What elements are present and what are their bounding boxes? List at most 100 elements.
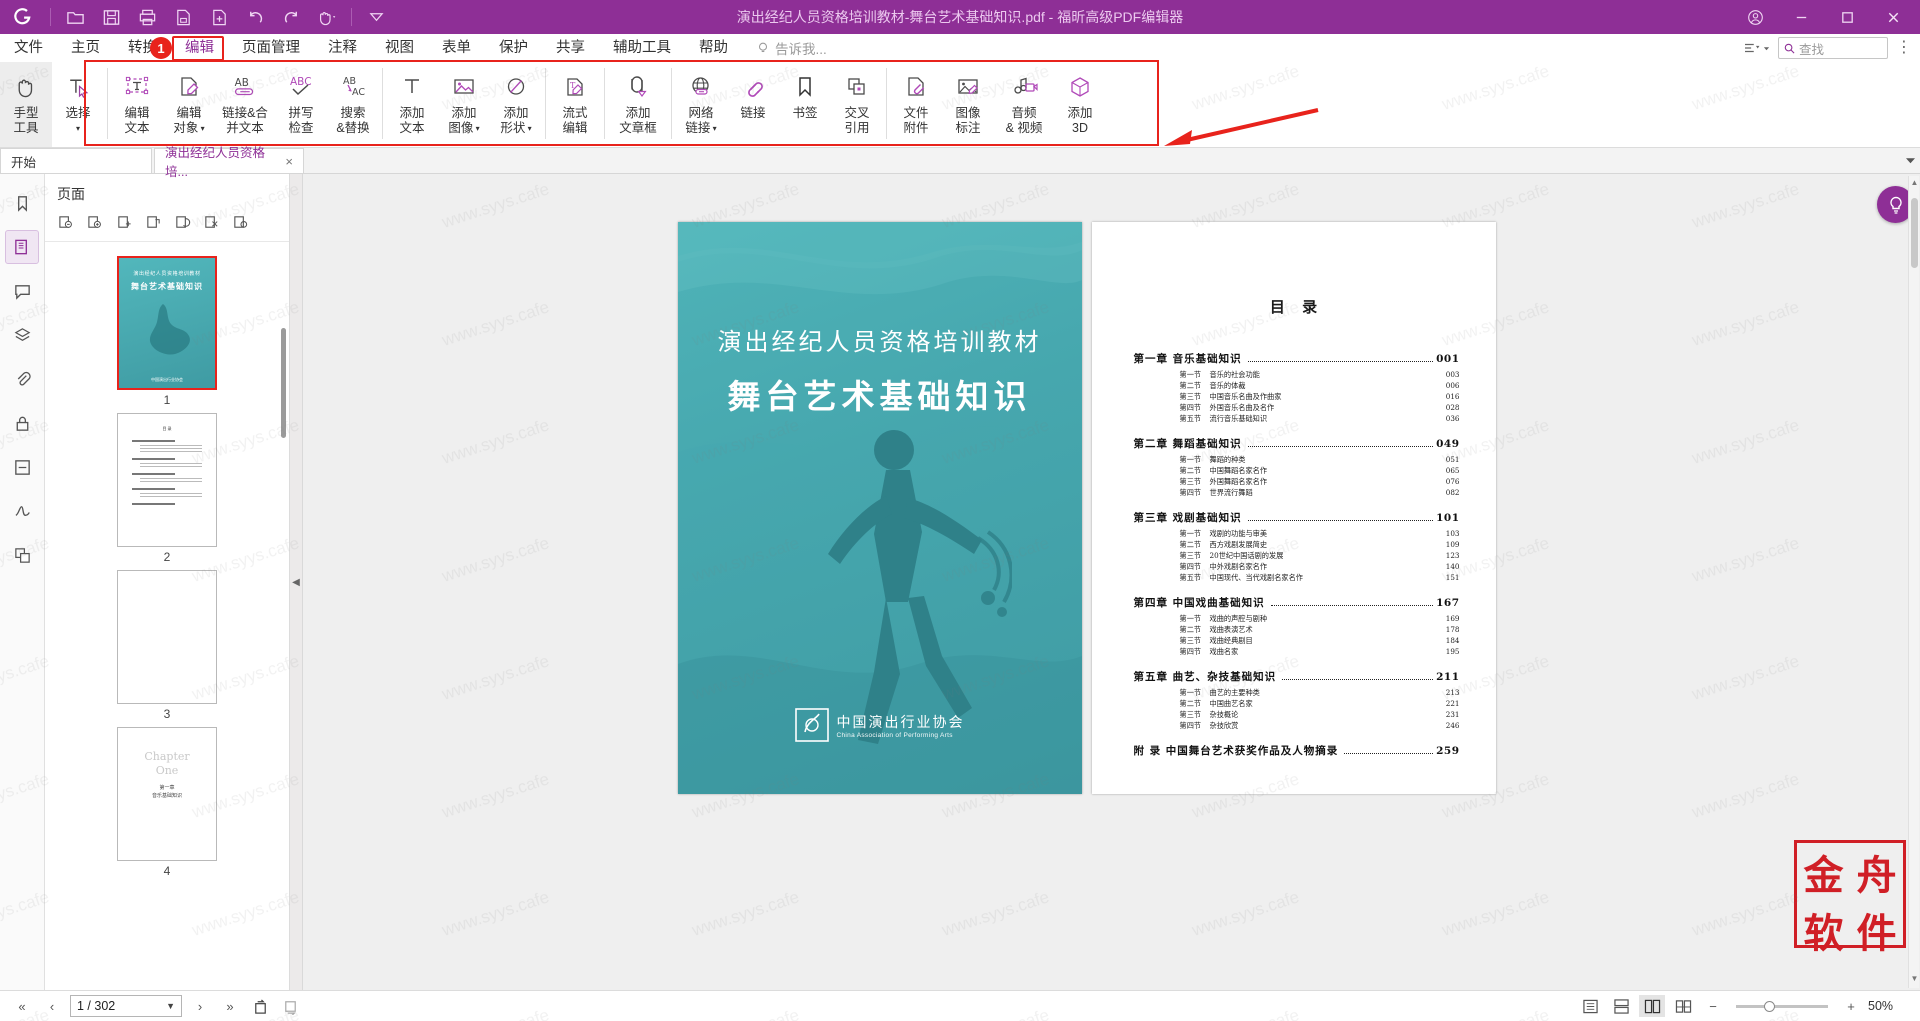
page-thumbnail-list[interactable]: 演出经纪人员资格培训教材 舞台艺术基础知识 中国演出行业协会 1 目 录 (45, 242, 289, 990)
web-link-button[interactable]: 网络 链接 ▾ (675, 62, 727, 147)
thumbnail-page-4[interactable]: Chapter One 第一章 音乐基础知识 (117, 727, 217, 861)
find-input[interactable]: 查找 (1778, 37, 1888, 59)
toc-section-row[interactable]: 第三节外国舞蹈名家名作076 (1180, 476, 1460, 487)
single-page-view-button[interactable] (1577, 995, 1603, 1017)
link-button[interactable]: 链接 (727, 62, 779, 147)
toc-section-row[interactable]: 第三节戏曲经典剧目184 (1180, 635, 1460, 646)
add-text-button[interactable]: 添加 文本 (386, 62, 438, 147)
view-options-icon[interactable] (1743, 41, 1770, 55)
sidebar-item-stamps[interactable] (5, 538, 39, 572)
two-page-continuous-view-button[interactable] (1670, 995, 1696, 1017)
thumbnail-page-2[interactable]: 目 录 (117, 413, 217, 547)
thumbnail-page-1[interactable]: 演出经纪人员资格培训教材 舞台艺术基础知识 中国演出行业协会 (117, 256, 217, 390)
add-image-button[interactable]: 添加 图像 ▾ (438, 62, 490, 147)
sidebar-item-security[interactable] (5, 406, 39, 440)
sidebar-item-layers[interactable] (5, 318, 39, 352)
scroll-up-icon[interactable]: ▲ (1909, 178, 1920, 190)
thumbnail-item-2[interactable]: 目 录 (117, 413, 217, 564)
menu-item-help[interactable]: 帮助 (685, 34, 742, 62)
scroll-down-icon[interactable]: ▼ (1909, 974, 1920, 986)
toc-section-row[interactable]: 第一节曲艺的主要种类213 (1180, 687, 1460, 698)
add-3d-button[interactable]: 添加 3D (1054, 62, 1106, 147)
menu-item-accessibility[interactable]: 辅助工具 (599, 34, 685, 62)
document-page-toc[interactable]: 目 录 第一章 音乐基础知识001第一节音乐的社会功能003第二节音乐的体裁00… (1092, 222, 1496, 794)
new-file-icon[interactable] (201, 0, 237, 34)
edit-object-button[interactable]: 编辑 对象 ▾ (163, 62, 215, 147)
toc-section-row[interactable]: 第四节世界流行舞蹈082 (1180, 487, 1460, 498)
menu-item-share[interactable]: 共享 (542, 34, 599, 62)
page-properties-icon[interactable] (227, 210, 253, 234)
scrollbar-thumb[interactable] (1911, 198, 1918, 268)
add-article-box-button[interactable]: 添加 文章框 (608, 62, 668, 147)
continuous-view-button[interactable] (1608, 995, 1634, 1017)
tab-start[interactable]: 开始 (0, 148, 152, 173)
toc-section-row[interactable]: 第三节20世纪中国话剧的发展123 (1180, 550, 1460, 561)
thumbnail-item-3[interactable]: 3 (117, 570, 217, 721)
menu-item-home[interactable]: 主页 (57, 34, 114, 62)
zoom-slider-knob[interactable] (1764, 1001, 1775, 1012)
tell-me-search[interactable]: 告诉我... (756, 38, 827, 58)
account-icon[interactable] (1732, 0, 1778, 34)
toc-section-row[interactable]: 第二节西方戏剧发展简史109 (1180, 539, 1460, 550)
sidebar-item-attachments[interactable] (5, 362, 39, 396)
two-page-view-button[interactable] (1639, 995, 1665, 1017)
first-page-button[interactable]: « (10, 995, 34, 1017)
bookmark-button[interactable]: 书签 (779, 62, 831, 147)
minimize-icon[interactable] (1778, 0, 1824, 34)
extract-page-icon[interactable] (140, 210, 166, 234)
sidebar-item-comments[interactable] (5, 274, 39, 308)
add-image-label-2[interactable]: 图像 ▾ (448, 121, 479, 136)
sidebar-item-fields[interactable] (5, 450, 39, 484)
open-icon[interactable] (57, 0, 93, 34)
toc-section-row[interactable]: 第三节杂技概论231 (1180, 709, 1460, 720)
toc-section-row[interactable]: 第一节舞蹈的种类051 (1180, 454, 1460, 465)
image-annotation-button[interactable]: 图像 标注 (942, 62, 994, 147)
page-number-input[interactable]: 1 / 302 ▼ (70, 995, 182, 1017)
rotate-left-icon[interactable] (248, 995, 272, 1017)
toc-section-row[interactable]: 第五节流行音乐基础知识036 (1180, 413, 1460, 424)
maximize-icon[interactable] (1824, 0, 1870, 34)
customize-quick-access-icon[interactable] (358, 0, 394, 34)
audio-video-button[interactable]: 音频 & 视频 (994, 62, 1054, 147)
replace-page-icon[interactable] (169, 210, 195, 234)
toc-section-row[interactable]: 第四节杂技欣赏246 (1180, 720, 1460, 731)
thumbnail-item-4[interactable]: Chapter One 第一章 音乐基础知识 4 (117, 727, 217, 878)
thumbnail-page-3[interactable] (117, 570, 217, 704)
toc-chapter-row[interactable]: 附 录 中国舞台艺术获奖作品及人物摘录259 (1134, 743, 1460, 758)
next-page-button[interactable]: › (188, 995, 212, 1017)
menu-item-form[interactable]: 表单 (428, 34, 485, 62)
add-shape-button[interactable]: 添加 形状 ▾ (490, 62, 542, 147)
toc-chapter-row[interactable]: 第二章 舞蹈基础知识049 (1134, 436, 1460, 451)
zoom-slider[interactable] (1736, 1005, 1828, 1008)
zoom-in-button[interactable]: + (1839, 995, 1863, 1017)
toc-chapter-row[interactable]: 第五章 曲艺、杂技基础知识211 (1134, 669, 1460, 684)
flow-edit-button[interactable]: T 流式 编辑 (549, 62, 601, 147)
hand-tool-button[interactable]: 手型 工具 (0, 62, 52, 147)
sidebar-item-bookmarks[interactable] (5, 186, 39, 220)
add-shape-label-2[interactable]: 形状 ▾ (500, 121, 531, 136)
toc-section-row[interactable]: 第三节中国音乐名曲及作曲家016 (1180, 391, 1460, 402)
link-merge-text-button[interactable]: AB 链接&合 并文本 (215, 62, 275, 147)
redo-icon[interactable] (273, 0, 309, 34)
save-icon[interactable] (93, 0, 129, 34)
sidebar-item-pages[interactable] (5, 230, 39, 264)
toc-section-row[interactable]: 第二节中国舞蹈名家名作065 (1180, 465, 1460, 476)
search-replace-button[interactable]: ABAC 搜索 &替换 (327, 62, 379, 147)
toc-section-row[interactable]: 第四节戏曲名家195 (1180, 646, 1460, 657)
toc-chapter-row[interactable]: 第三章 戏剧基础知识101 (1134, 510, 1460, 525)
panel-collapse-handle[interactable]: ◀ (290, 174, 303, 990)
menu-item-view[interactable]: 视图 (371, 34, 428, 62)
thumbnail-item-1[interactable]: 演出经纪人员资格培训教材 舞台艺术基础知识 中国演出行业协会 1 (117, 256, 217, 407)
more-options-icon[interactable]: ⋮ (1896, 43, 1912, 53)
toc-section-row[interactable]: 第四节外国音乐名曲及名作028 (1180, 402, 1460, 413)
menu-item-file[interactable]: 文件 (0, 34, 57, 62)
panel-scrollbar[interactable] (281, 328, 286, 438)
toc-section-row[interactable]: 第二节戏曲表演艺术178 (1180, 624, 1460, 635)
last-page-button[interactable]: » (218, 995, 242, 1017)
edit-object-label-2[interactable]: 对象 ▾ (173, 121, 204, 136)
spell-check-button[interactable]: ABC 拼写 检查 (275, 62, 327, 147)
chevron-down-icon[interactable]: ▼ (166, 1001, 175, 1011)
print-icon[interactable] (129, 0, 165, 34)
insert-page-icon[interactable] (111, 210, 137, 234)
cross-reference-button[interactable]: 交叉 引用 (831, 62, 883, 147)
